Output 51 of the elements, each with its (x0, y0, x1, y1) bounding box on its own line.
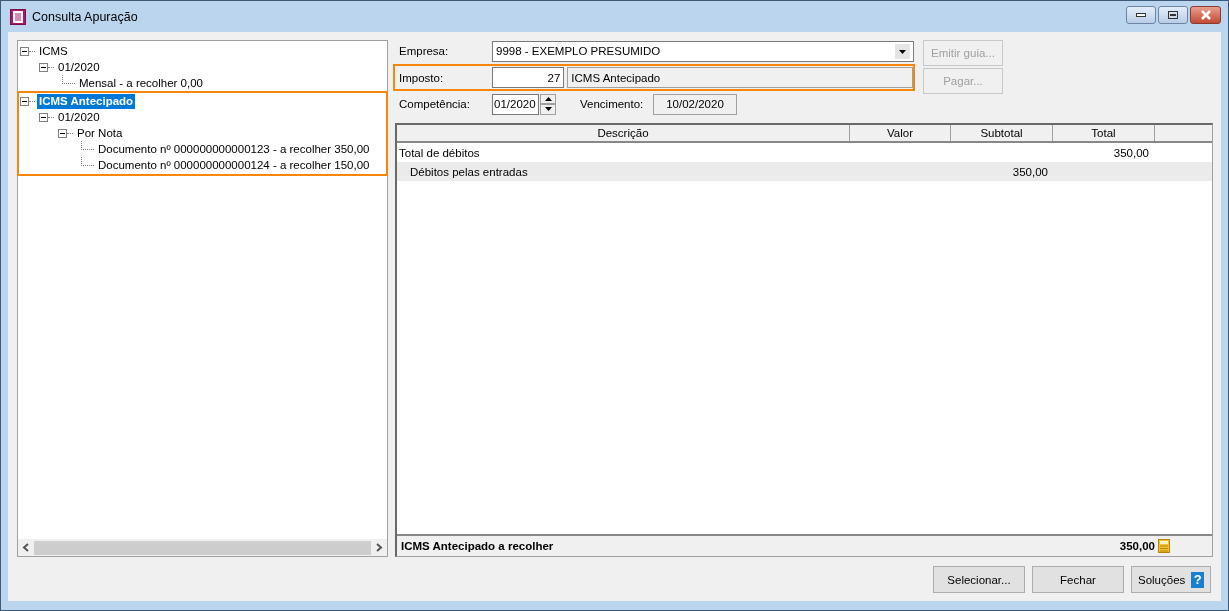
table-cell: Total de débitos (399, 146, 480, 159)
help-icon: ? (1191, 571, 1204, 588)
tree-item[interactable]: ICMS Antecipado (37, 93, 136, 109)
minimize-button[interactable] (1126, 5, 1156, 24)
period-field[interactable]: 01/2020 (492, 93, 539, 115)
tree-item[interactable]: ICMS (37, 43, 70, 59)
scroll-right-icon[interactable] (375, 543, 383, 552)
table-cell: Débitos pelas entradas (410, 165, 528, 178)
field-label: Empresa: (398, 45, 450, 57)
collapse-icon[interactable] (20, 96, 29, 106)
tree-item[interactable]: Por Nota (75, 125, 125, 141)
dialog-button[interactable]: Fechar (1032, 566, 1124, 593)
column-header[interactable]: Subtotal (951, 125, 1053, 141)
tree-item[interactable]: Documento nº 000000000000123 - a recolher 350,00 (96, 141, 372, 157)
collapse-icon[interactable] (20, 46, 29, 56)
tree-item[interactable]: 01/2020 (56, 109, 102, 125)
column-header[interactable]: Total (1053, 125, 1155, 141)
horizontal-scrollbar[interactable] (18, 539, 387, 556)
column-header[interactable]: Valor (850, 125, 951, 141)
collapse-icon[interactable] (39, 112, 48, 122)
dialog-button[interactable]: Soluções ? (1131, 566, 1211, 593)
field-label: Imposto: (398, 71, 445, 84)
table-cell: 350,00 (1113, 146, 1149, 159)
column-header[interactable]: Descrição (397, 125, 850, 141)
window-title: Consulta Apuração (32, 9, 138, 24)
up-arrow-icon[interactable] (544, 96, 552, 101)
close-button[interactable] (1190, 5, 1221, 24)
maximize-button[interactable] (1158, 5, 1188, 24)
document-icon (10, 8, 26, 25)
dialog-button[interactable]: Selecionar... (933, 566, 1025, 593)
table-cell: 350,00 (1012, 165, 1048, 178)
maximize-icon (1168, 10, 1178, 19)
due-date-field: 10/02/2020 (653, 93, 737, 115)
minimize-icon (1136, 12, 1146, 17)
total-label: ICMS Antecipado a recolher (401, 540, 555, 552)
calculator-icon[interactable] (1158, 539, 1170, 553)
field-label: Vencimento: (580, 98, 645, 110)
field-label: Competência: (398, 98, 471, 110)
tax-name-field: ICMS Antecipado (567, 67, 913, 88)
scroll-left-icon[interactable] (22, 543, 30, 552)
spinner-control[interactable] (540, 93, 556, 115)
collapse-icon[interactable] (58, 128, 67, 138)
total-value: 350,00 (1119, 540, 1155, 552)
close-icon (1199, 9, 1212, 20)
company-dropdown[interactable]: 9998 - EXEMPLO PRESUMIDO (492, 40, 914, 62)
down-arrow-icon[interactable] (544, 107, 552, 112)
tree-item[interactable]: 01/2020 (56, 59, 102, 75)
tree-item[interactable]: Documento nº 000000000000124 - a recolher 150,00 (96, 157, 372, 173)
collapse-icon[interactable] (39, 62, 48, 72)
tax-code-field[interactable]: 27 (491, 67, 565, 88)
tree-item[interactable]: Mensal - a recolher 0,00 (77, 75, 205, 91)
